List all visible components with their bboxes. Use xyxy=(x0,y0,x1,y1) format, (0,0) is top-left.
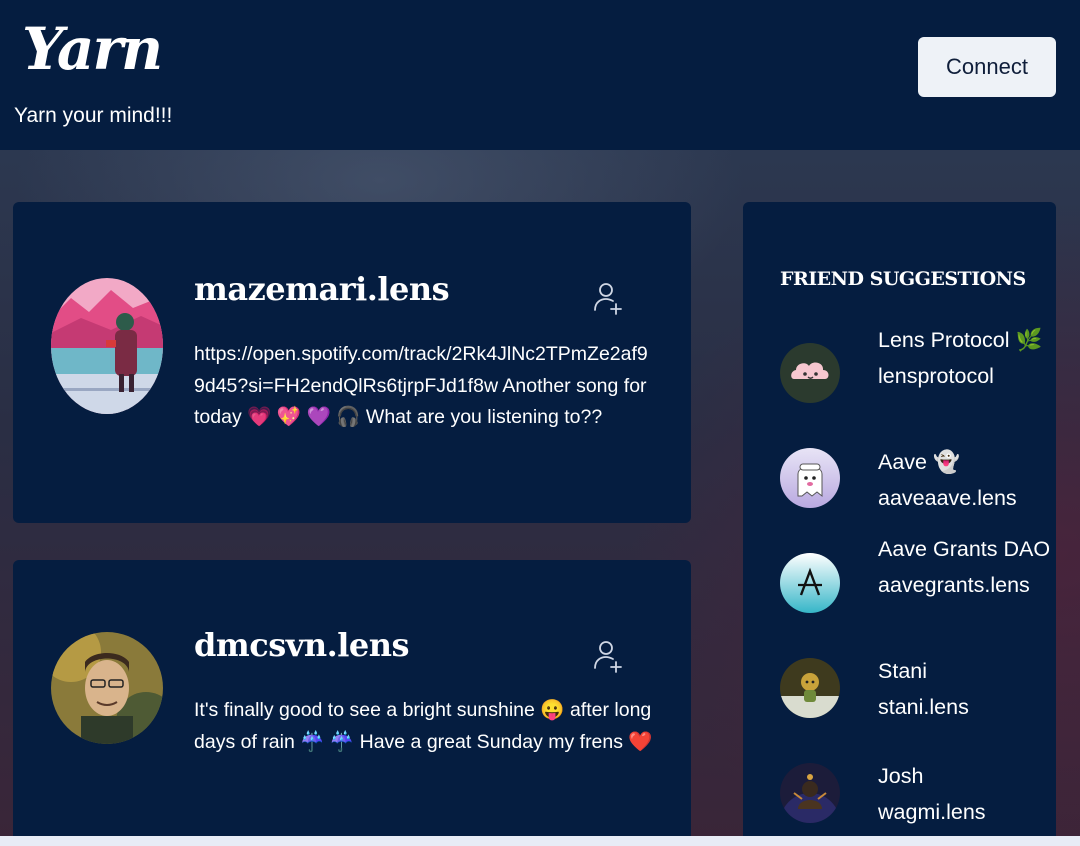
bottom-strip xyxy=(0,836,1080,846)
suggestion-handle: wagmi.lens xyxy=(878,800,986,824)
post-card: mazemari.lens https://open.spotify.com/t… xyxy=(13,202,691,523)
avatar[interactable] xyxy=(780,763,840,823)
friend-suggestions-title: FRIEND SUGGESTIONS xyxy=(780,268,1026,290)
avatar[interactable] xyxy=(51,278,163,414)
avatar[interactable] xyxy=(780,448,840,508)
post-author[interactable]: mazemari.lens xyxy=(194,270,450,308)
avatar[interactable] xyxy=(780,343,840,403)
post-author[interactable]: dmcsvn.lens xyxy=(194,626,410,664)
tagline: Yarn your mind!!! xyxy=(14,104,173,127)
suggestion-name: Aave 👻 xyxy=(878,450,960,474)
avatar[interactable] xyxy=(780,553,840,613)
top-header: Yarn Yarn your mind!!! Connect xyxy=(0,0,1080,150)
add-user-icon[interactable] xyxy=(593,280,623,316)
suggestion-name: Stani xyxy=(878,659,928,683)
suggestion-name: Lens Protocol 🌿 xyxy=(878,328,1043,352)
suggestion-handle: aavegrants.lens xyxy=(878,573,1030,597)
avatar[interactable] xyxy=(780,658,840,718)
suggestion-handle: lensprotocol xyxy=(878,364,994,388)
suggestion-name: Josh xyxy=(878,764,924,788)
add-user-icon[interactable] xyxy=(593,638,623,674)
post-text: https://open.spotify.com/track/2Rk4JlNc2… xyxy=(194,343,648,428)
connect-button[interactable]: Connect xyxy=(918,37,1056,97)
suggestion-name: Aave Grants DAO xyxy=(878,537,1051,561)
friend-suggestions-panel: FRIEND SUGGESTIONS Lens Protocol 🌿 lensp… xyxy=(743,202,1056,846)
logo[interactable]: Yarn xyxy=(22,14,163,84)
post-card: dmcsvn.lens It's finally good to see a b… xyxy=(13,560,691,846)
avatar[interactable] xyxy=(51,632,163,744)
suggestion-handle: stani.lens xyxy=(878,695,969,719)
suggestion-handle: aaveaave.lens xyxy=(878,486,1017,510)
post-text: It's finally good to see a bright sunshi… xyxy=(194,699,653,753)
